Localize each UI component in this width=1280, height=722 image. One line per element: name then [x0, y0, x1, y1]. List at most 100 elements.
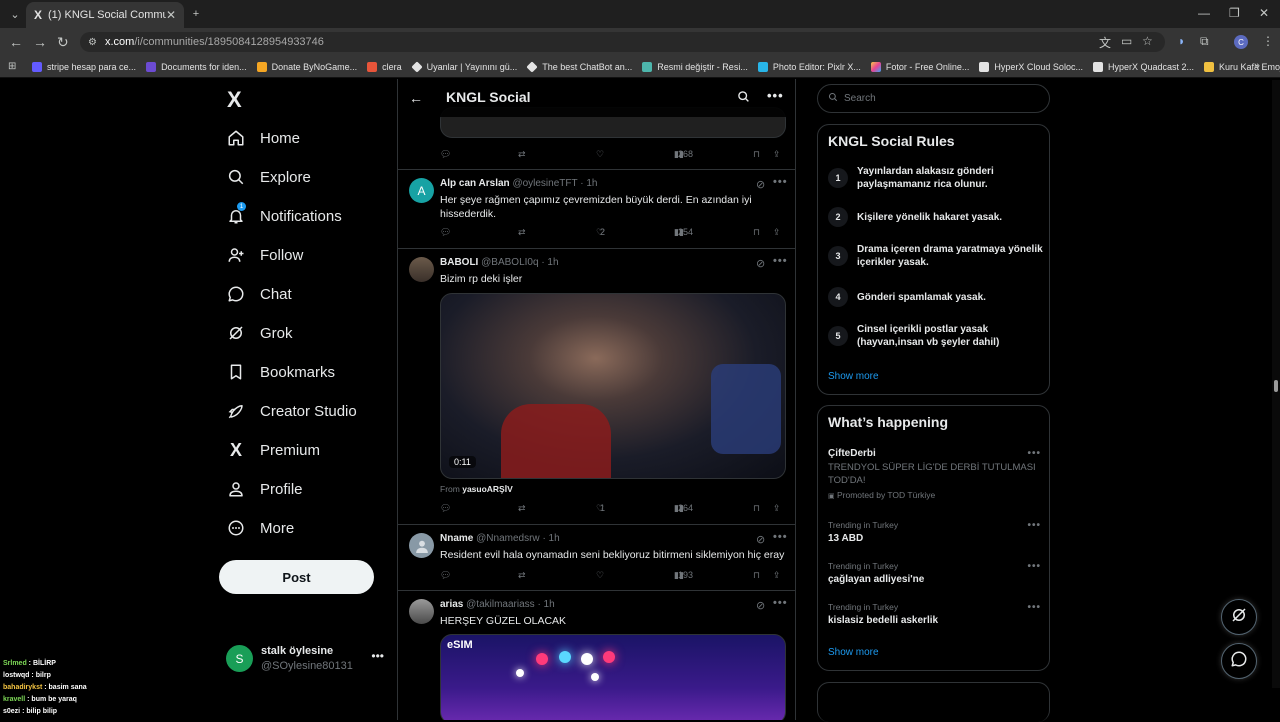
bookmark-item[interactable]: HyperX Quadcast 2...	[1092, 61, 1194, 72]
like-icon[interactable]: ♡	[596, 570, 604, 581]
nav-profile[interactable]: Profile	[226, 477, 303, 501]
tweet-time[interactable]: · 1h	[542, 533, 559, 544]
minimize-icon[interactable]: —	[1198, 6, 1210, 20]
trend-more-icon[interactable]: •••	[1027, 602, 1041, 613]
share-icon[interactable]: ⇪	[773, 503, 781, 514]
close-window-icon[interactable]: ✕	[1259, 6, 1269, 20]
translate-icon[interactable]: 文	[1099, 34, 1111, 51]
x-logo-icon[interactable]: X	[227, 87, 242, 113]
tweet-author-handle[interactable]: @oylesineTFT	[512, 178, 577, 189]
browser-tab[interactable]: X (1) KNGL Social Community / X ✕	[26, 2, 184, 28]
nav-creator-studio[interactable]: Creator Studio	[226, 399, 357, 423]
account-more-icon[interactable]: •••	[371, 649, 384, 663]
views-stat[interactable]: ▮▮ 264	[674, 503, 693, 514]
tweet-more-icon[interactable]: •••	[773, 176, 788, 188]
trend-item[interactable]: Trending in Turkey çağlayan adliyesi'ne …	[828, 561, 1041, 585]
tweet-time[interactable]: · 1h	[541, 257, 558, 268]
reply-icon[interactable]: 💬︎	[440, 227, 451, 238]
back-icon[interactable]: ←	[9, 34, 23, 50]
grok-icon[interactable]: ⊘	[756, 533, 765, 546]
retweet-icon[interactable]: ⇄	[518, 570, 526, 581]
trends-show-more-link[interactable]: Show more	[828, 647, 879, 658]
bookmark-item[interactable]: HyperX Cloud Soloc...	[979, 61, 1083, 72]
retweet-icon[interactable]: ⇄	[518, 227, 526, 238]
tweet[interactable]: Nname @Nnamedsrw · 1h ⊘ ••• Resident evi…	[398, 525, 795, 591]
nav-premium[interactable]: X Premium	[226, 438, 320, 462]
reply-icon[interactable]: 💬︎	[440, 503, 451, 514]
tweet-author-name[interactable]: BABOLI	[440, 257, 478, 268]
close-tab-icon[interactable]: ✕	[166, 8, 176, 22]
forward-icon[interactable]: →	[33, 34, 47, 50]
tweet-more-icon[interactable]: •••	[773, 531, 788, 543]
nav-grok[interactable]: Grok	[226, 321, 293, 345]
tweet-time[interactable]: · 1h	[580, 178, 597, 189]
tweet-media[interactable]: eSIM	[440, 634, 786, 720]
search-input[interactable]: Search	[817, 84, 1050, 113]
bookmark-item[interactable]: Resmi değiştir - Resi...	[642, 61, 748, 72]
views-stat[interactable]: ▮▮ 268	[674, 149, 693, 160]
tweet-more-icon[interactable]: •••	[773, 255, 788, 267]
tweet-time[interactable]: · 1h	[537, 599, 554, 610]
bookmark-item[interactable]: Uyanlar | Yayınını gü...	[411, 60, 517, 73]
more-options-icon[interactable]: •••	[767, 88, 784, 103]
new-tab-icon[interactable]: +	[187, 5, 205, 23]
trend-item[interactable]: Trending in Turkey 13 ABD •••	[828, 520, 1041, 544]
bookmark-icon[interactable]: ⊓	[753, 227, 760, 238]
video-source-account[interactable]: yasuoARŞİV	[462, 484, 513, 494]
trend-item[interactable]: ÇifteDerbi TRENDYOL SÜPER LİG'DE DERBİ T…	[828, 448, 1041, 500]
cast-icon[interactable]: ▭	[1121, 34, 1132, 48]
tweet-author-name[interactable]: Nname	[440, 533, 473, 544]
bookmark-item[interactable]: clera	[367, 61, 402, 72]
nav-notifications[interactable]: 1 Notifications	[226, 202, 342, 228]
like-stat[interactable]: ♡ 2	[596, 227, 605, 238]
retweet-icon[interactable]: ⇄	[518, 149, 526, 160]
trend-more-icon[interactable]: •••	[1027, 448, 1041, 459]
share-icon[interactable]: ⇪	[773, 227, 781, 238]
grok-fab-button[interactable]	[1221, 599, 1257, 635]
grok-icon[interactable]: ⊘	[756, 257, 765, 270]
reload-icon[interactable]: ↻	[57, 34, 69, 50]
tweet[interactable]: A Alp can Arslan @oylesineTFT · 1h ⊘ •••…	[398, 170, 795, 249]
tweet[interactable]: BABOLI @BABOLI0q · 1h ⊘ ••• Bizim rp dek…	[398, 249, 795, 525]
nav-home[interactable]: Home	[226, 126, 300, 150]
bookmark-item[interactable]: Donate ByNoGame...	[256, 61, 357, 72]
like-stat[interactable]: ♡ 1	[596, 503, 605, 514]
trend-more-icon[interactable]: •••	[1027, 520, 1041, 531]
bookmark-item[interactable]: Documents for iden...	[146, 61, 247, 72]
apps-grid-icon[interactable]: ⊞	[8, 61, 16, 72]
grok-icon[interactable]: ⊘	[756, 599, 765, 612]
scrollbar-thumb[interactable]	[1274, 380, 1278, 392]
account-switcher[interactable]: S stalk öylesine @SOylesine80131 •••	[226, 645, 396, 675]
tweet-author-handle[interactable]: @takilmaariass	[466, 599, 535, 610]
back-arrow-icon[interactable]: ←	[409, 90, 423, 106]
bookmark-item[interactable]: Photo Editor: Pixlr X...	[757, 61, 861, 72]
share-icon[interactable]: ⇪	[773, 570, 781, 581]
browser-menu-icon[interactable]: ⋮	[1262, 34, 1274, 48]
extensions-puzzle-icon[interactable]: ⧉	[1200, 34, 1209, 49]
share-icon[interactable]: ⇪	[773, 149, 781, 160]
tweet-author-name[interactable]: arias	[440, 599, 463, 610]
address-bar[interactable]: ⚙ x.com/i/communities/189508412895493374…	[80, 32, 1165, 52]
site-info-icon[interactable]: ⚙	[88, 37, 97, 48]
nav-follow[interactable]: Follow	[226, 243, 303, 267]
views-stat[interactable]: ▮▮ 254	[674, 227, 693, 238]
nav-bookmarks[interactable]: Bookmarks	[226, 360, 335, 384]
nav-explore[interactable]: Explore	[226, 165, 311, 189]
page-scrollbar[interactable]	[1272, 80, 1280, 688]
bookmark-item[interactable]: Kuru Kafa Emojis |...	[1204, 61, 1280, 72]
tweet-more-icon[interactable]: •••	[773, 597, 788, 609]
trend-more-icon[interactable]: •••	[1027, 561, 1041, 572]
nav-more[interactable]: More	[226, 516, 294, 540]
bookmark-icon[interactable]: ⊓	[753, 503, 760, 514]
tweet-author-name[interactable]: Alp can Arslan	[440, 178, 510, 189]
grok-icon[interactable]: ⊘	[756, 178, 765, 191]
bookmark-icon[interactable]: ⊓	[753, 149, 760, 160]
bookmarks-overflow-icon[interactable]: »	[1254, 60, 1260, 72]
bookmark-star-icon[interactable]: ☆	[1142, 34, 1153, 48]
tweet-author-handle[interactable]: @Nnamedsrw	[476, 533, 540, 544]
rules-show-more-link[interactable]: Show more	[828, 371, 879, 382]
bookmark-item[interactable]: Fotor - Free Online...	[870, 61, 969, 72]
profile-avatar-icon[interactable]: C	[1234, 35, 1248, 49]
tweet[interactable]: arias @takilmaariass · 1h ⊘ ••• HERŞEY G…	[398, 591, 795, 720]
maximize-icon[interactable]: ❐	[1229, 6, 1240, 20]
